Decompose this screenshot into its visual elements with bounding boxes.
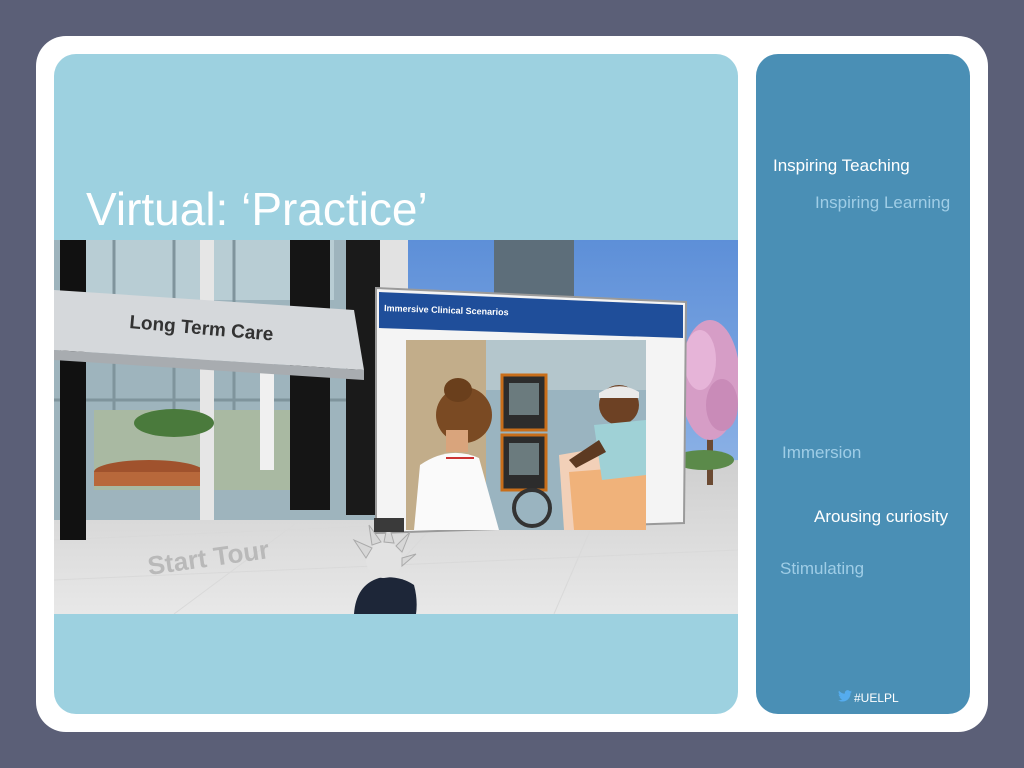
phrase-immersion: Immersion — [782, 443, 862, 462]
sidebar-panel — [756, 54, 970, 714]
twitter-bird-icon — [838, 690, 852, 705]
phrase-inspiring-learning: Inspiring Learning — [815, 193, 951, 212]
hashtag: #UELPL — [838, 690, 899, 705]
slide-title: Virtual: ‘Practice’ — [86, 183, 428, 235]
phrase-arousing-curiosity: Arousing curiosity — [814, 507, 949, 526]
virtual-world-screenshot: Long Term Care Start Tour Immersive Clin… — [54, 240, 738, 614]
hashtag-text: #UELPL — [854, 690, 899, 705]
phrase-stimulating: Stimulating — [780, 559, 865, 578]
phrase-inspiring-teaching: Inspiring Teaching — [773, 156, 910, 175]
